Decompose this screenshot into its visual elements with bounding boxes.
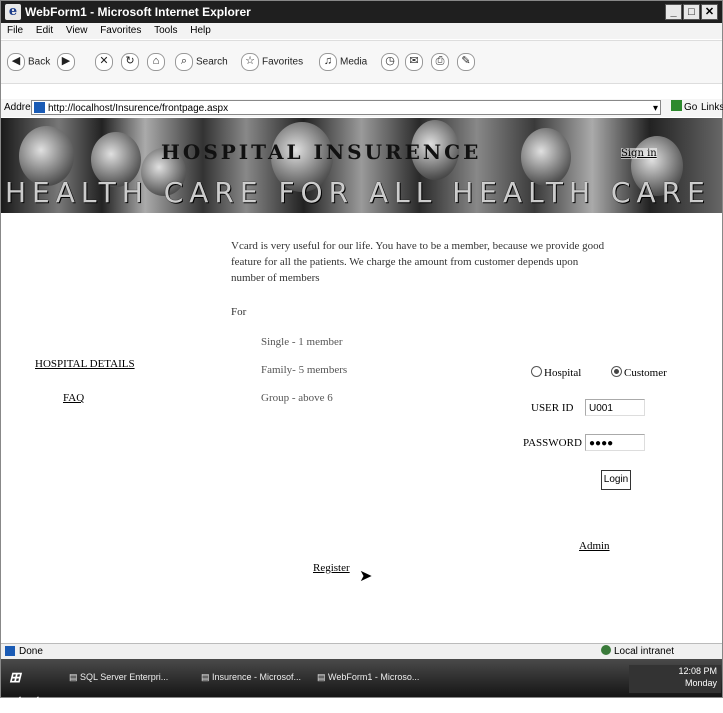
search-button[interactable]: ⌕ Search	[175, 53, 228, 71]
print-button[interactable]: ⎙	[431, 53, 452, 71]
menu-view[interactable]: View	[66, 25, 88, 36]
back-arrow-icon: ◀	[7, 53, 25, 71]
for-label: For	[231, 306, 247, 318]
windows-logo-icon: ⊞	[9, 669, 21, 685]
edit-button[interactable]: ✎	[457, 53, 478, 71]
history-button[interactable]: ◷	[381, 53, 402, 71]
refresh-icon: ↻	[121, 53, 139, 71]
header-banner: HOSPITAL INSURENCE Sign in HEALTH CARE F…	[1, 118, 722, 213]
address-input[interactable]: http://localhost/Insurence/frontpage.asp…	[31, 100, 661, 115]
favorites-button[interactable]: ☆ Favorites	[241, 53, 303, 71]
menu-tools[interactable]: Tools	[154, 25, 177, 36]
toolbar: ◀ Back ▶ ✕ ↻ ⌂ ⌕ Search ☆ Favorites ♫ Media …	[1, 40, 722, 84]
page-icon	[34, 102, 45, 113]
status-text: Done	[19, 646, 43, 657]
menu-favorites[interactable]: Favorites	[100, 25, 141, 36]
maximize-button[interactable]: □	[683, 4, 700, 20]
login-button[interactable]: Login	[601, 470, 631, 490]
home-icon: ⌂	[147, 53, 165, 71]
history-icon: ◷	[381, 53, 399, 71]
home-button[interactable]: ⌂	[147, 53, 168, 71]
media-button[interactable]: ♫ Media	[319, 53, 367, 71]
zone-indicator: Local intranet	[601, 644, 674, 660]
radio-customer[interactable]: Customer	[611, 366, 667, 379]
stop-icon: ✕	[95, 53, 113, 71]
close-button[interactable]: ✕	[701, 4, 718, 20]
radio-hospital[interactable]: Hospital	[531, 366, 581, 379]
start-button[interactable]: ⊞ start	[1, 665, 53, 709]
radio-circle-icon	[531, 366, 542, 377]
password-label: PASSWORD	[523, 437, 582, 449]
links-button[interactable]: Links	[701, 99, 723, 117]
refresh-button[interactable]: ↻	[121, 53, 142, 71]
search-icon: ⌕	[175, 53, 193, 71]
admin-link[interactable]: Admin	[579, 540, 610, 552]
browser-window: e WebForm1 - Microsoft Internet Explorer…	[0, 0, 723, 709]
cursor-pointer-icon: ➤	[359, 568, 373, 585]
minimize-button[interactable]: _	[665, 4, 682, 20]
taskbar-item-sql[interactable]: ▤ SQL Server Enterpri...	[69, 667, 168, 687]
edit-icon: ✎	[457, 53, 475, 71]
forward-arrow-icon: ▶	[57, 53, 75, 71]
userid-input[interactable]: U001	[585, 399, 645, 416]
clock-time: 12:08 PM	[678, 666, 717, 676]
ie-icon: ▤	[317, 672, 326, 682]
go-arrow-icon	[671, 100, 682, 111]
radio-selected-icon	[611, 366, 622, 377]
globe-icon	[601, 645, 611, 655]
plan-single: Single - 1 member	[261, 336, 343, 348]
register-link[interactable]: Register	[313, 562, 350, 574]
mail-icon: ✉	[405, 53, 423, 71]
faq-link[interactable]: FAQ	[63, 392, 84, 404]
taskbar: ⊞ start ▤ SQL Server Enterpri... ▤ Insur…	[1, 659, 722, 709]
dropdown-chevron-icon[interactable]: ▾	[653, 101, 658, 116]
hospital-details-link[interactable]: HOSPITAL DETAILS	[35, 358, 135, 370]
sql-server-icon: ▤	[69, 672, 78, 682]
folder-icon: ▤	[201, 672, 210, 682]
userid-label: USER ID	[531, 402, 574, 414]
window-title: WebForm1 - Microsoft Internet Explorer	[25, 5, 251, 19]
forward-button[interactable]: ▶	[57, 53, 78, 71]
password-input[interactable]: ●●●●	[585, 434, 645, 451]
address-bar: Address http://localhost/Insurence/front…	[1, 99, 723, 117]
menu-bar: File Edit View Favorites Tools Help	[1, 23, 722, 39]
taskbar-item-webform1[interactable]: ▤ WebForm1 - Microso...	[317, 667, 419, 687]
plan-family: Family- 5 members	[261, 364, 348, 376]
intro-text: Vcard is very useful for our life. You h…	[231, 240, 605, 284]
media-icon: ♫	[319, 53, 337, 71]
menu-help[interactable]: Help	[190, 25, 211, 36]
clock-day: Monday	[684, 678, 717, 688]
ie-logo-icon: e	[5, 4, 21, 20]
stop-button[interactable]: ✕	[95, 53, 116, 71]
menu-file[interactable]: File	[7, 25, 23, 36]
mail-button[interactable]: ✉	[405, 53, 426, 71]
page-content: HOSPITAL INSURENCE Sign in HEALTH CARE F…	[1, 118, 722, 643]
status-bar: Done Local intranet	[1, 643, 722, 660]
page-done-icon	[5, 646, 15, 656]
signin-link[interactable]: Sign in	[621, 148, 657, 159]
go-button[interactable]: Go	[671, 99, 697, 117]
plan-group: Group - above 6	[261, 392, 333, 404]
title-bar[interactable]: e WebForm1 - Microsoft Internet Explorer…	[1, 1, 722, 23]
system-tray: 12:08 PM Monday	[629, 665, 721, 693]
star-icon: ☆	[241, 53, 259, 71]
taskbar-item-insurence[interactable]: ▤ Insurence - Microsof...	[201, 667, 301, 687]
banner-tagline: HEALTH CARE FOR ALL HEALTH CARE FOR ALL …	[5, 176, 722, 209]
print-icon: ⎙	[431, 53, 449, 71]
back-button[interactable]: ◀ Back	[7, 53, 50, 71]
menu-edit[interactable]: Edit	[36, 25, 53, 36]
site-title: HOSPITAL INSURENCE	[161, 140, 482, 164]
